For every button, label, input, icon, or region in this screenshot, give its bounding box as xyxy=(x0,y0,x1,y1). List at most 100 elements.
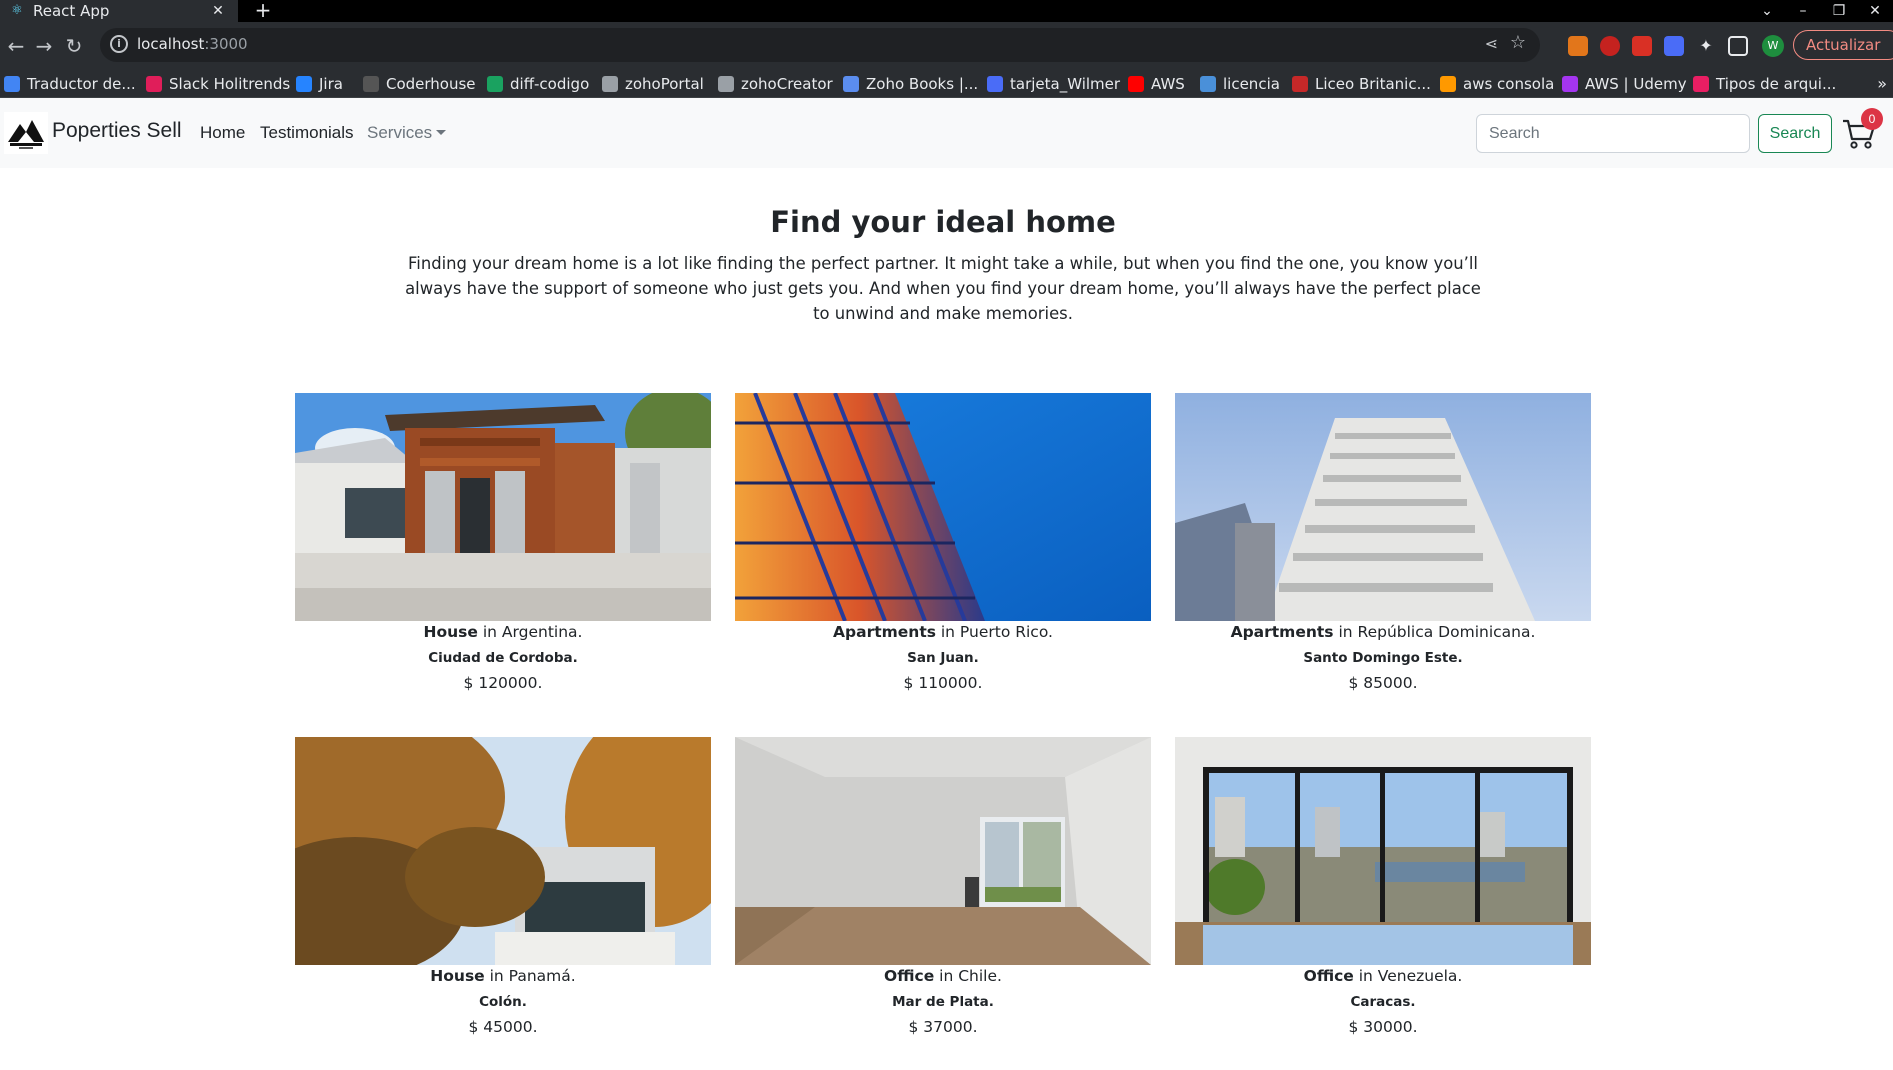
window-controls: ⌄ – ❐ ✕ xyxy=(1749,0,1893,22)
close-tab-icon[interactable]: ✕ xyxy=(208,3,228,19)
nav-services-dropdown[interactable]: Services xyxy=(367,123,447,143)
reload-icon[interactable]: ↻ xyxy=(60,32,88,60)
bookmark-favicon-icon xyxy=(602,76,618,92)
more-bookmarks-icon[interactable]: » xyxy=(1877,74,1887,93)
share-icon[interactable]: ⋖ xyxy=(1485,34,1498,53)
property-title: Apartments in Puerto Rico. xyxy=(833,623,1053,641)
bookmark-star-icon[interactable]: ☆ xyxy=(1510,32,1526,53)
brand-logo-icon[interactable] xyxy=(4,112,48,154)
property-image-apartments[interactable] xyxy=(735,393,1151,621)
update-button[interactable]: Actualizar xyxy=(1793,30,1893,60)
bookmark-favicon-icon xyxy=(146,76,162,92)
browser-tab[interactable]: ⚛ React App ✕ xyxy=(0,0,238,22)
search-button[interactable]: Search xyxy=(1758,114,1832,153)
bookmark-favicon-icon xyxy=(843,76,859,92)
nav-testimonials-link[interactable]: Testimonials xyxy=(260,123,354,143)
bookmark-item[interactable]: AWS xyxy=(1128,74,1185,94)
bookmark-label: licencia xyxy=(1223,75,1280,93)
property-card[interactable]: Apartments in Puerto Rico. San Juan. $ 1… xyxy=(735,393,1151,692)
property-price: $ 110000. xyxy=(903,674,983,692)
site-info-icon[interactable]: i xyxy=(110,35,128,53)
brand-name[interactable]: Poperties Sell xyxy=(52,119,182,143)
bookmark-favicon-icon xyxy=(1440,76,1456,92)
profile-avatar[interactable]: W xyxy=(1762,35,1784,57)
bookmark-label: Coderhouse xyxy=(386,75,476,93)
tab-search-icon[interactable]: ⌄ xyxy=(1749,3,1785,19)
bookmark-label: AWS | Udemy xyxy=(1585,75,1687,93)
bookmark-label: aws consola xyxy=(1463,75,1555,93)
property-city: Caracas. xyxy=(1350,994,1416,1010)
bookmarks-bar: Traductor de... Slack Holitrends Jira Coder… xyxy=(0,70,1893,98)
bookmark-item[interactable]: zohoPortal xyxy=(602,74,704,94)
property-title: Office in Chile. xyxy=(884,967,1002,985)
bookmark-label: Zoho Books |... xyxy=(866,75,979,93)
nav-home-link[interactable]: Home xyxy=(200,123,245,143)
bookmark-favicon-icon xyxy=(1128,76,1144,92)
caret-down-icon xyxy=(436,130,447,135)
property-city: Santo Domingo Este. xyxy=(1303,650,1463,666)
property-card[interactable]: Office in Chile. Mar de Plata. $ 37000. xyxy=(735,737,1151,1036)
property-image-window-view[interactable] xyxy=(1175,737,1591,965)
extension-icon-grid[interactable] xyxy=(1632,36,1652,56)
react-icon: ⚛ xyxy=(11,3,23,18)
property-card[interactable]: Apartments in República Dominicana. Sant… xyxy=(1175,393,1591,692)
bookmark-label: zohoCreator xyxy=(741,75,833,93)
bookmark-label: AWS xyxy=(1151,75,1185,93)
property-image-house[interactable] xyxy=(295,393,711,621)
forward-icon[interactable]: → xyxy=(30,32,58,60)
property-image-tower[interactable] xyxy=(1175,393,1591,621)
property-card[interactable]: Office in Venezuela. Caracas. $ 30000. xyxy=(1175,737,1591,1036)
bookmark-item[interactable]: aws consola xyxy=(1440,74,1554,94)
bookmark-item[interactable]: tarjeta_Wilmer xyxy=(987,74,1120,94)
property-title: Office in Venezuela. xyxy=(1303,967,1463,985)
bookmark-item[interactable]: diff-codigo xyxy=(487,74,589,94)
bookmark-favicon-icon xyxy=(987,76,1003,92)
bookmark-item[interactable]: zohoCreator xyxy=(718,74,833,94)
url-text: localhost:3000 xyxy=(137,35,248,53)
bookmark-favicon-icon xyxy=(1292,76,1308,92)
metamask-extension-icon[interactable] xyxy=(1568,36,1588,56)
close-window-icon[interactable]: ✕ xyxy=(1857,3,1893,19)
property-title: House in Panamá. xyxy=(430,967,576,985)
maximize-icon[interactable]: ❐ xyxy=(1821,3,1857,19)
property-card[interactable]: House in Panamá. Colón. $ 45000. xyxy=(295,737,711,1036)
property-card[interactable]: House in Argentina. Ciudad de Cordoba. $… xyxy=(295,393,711,692)
bookmark-item[interactable]: Jira xyxy=(296,74,343,94)
property-city: Ciudad de Cordoba. xyxy=(428,650,578,666)
browser-tabstrip: ⚛ React App ✕ + ⌄ – ❐ ✕ xyxy=(0,0,1893,22)
bookmark-item[interactable]: Zoho Books |... xyxy=(843,74,978,94)
extension-icon-red[interactable] xyxy=(1600,36,1620,56)
address-bar[interactable]: i localhost:3000 ⋖ ☆ xyxy=(100,28,1540,62)
bookmark-favicon-icon xyxy=(296,76,312,92)
property-city: San Juan. xyxy=(907,650,979,666)
bookmark-item[interactable]: Slack Holitrends xyxy=(146,74,290,94)
bookmark-label: Slack Holitrends xyxy=(169,75,291,93)
translate-extension-icon[interactable] xyxy=(1664,36,1684,56)
property-price: $ 30000. xyxy=(1348,1018,1418,1036)
bookmark-label: zohoPortal xyxy=(625,75,704,93)
bookmark-label: Tipos de arqui... xyxy=(1716,75,1837,93)
new-tab-icon[interactable]: + xyxy=(252,0,274,22)
bookmark-item[interactable]: Liceo Britanic... xyxy=(1292,74,1431,94)
side-panel-icon[interactable] xyxy=(1728,36,1748,56)
search-input[interactable] xyxy=(1476,114,1750,153)
bookmark-favicon-icon xyxy=(1693,76,1709,92)
property-image-empty-room[interactable] xyxy=(735,737,1151,965)
browser-toolbar: ← → ↻ i localhost:3000 ⋖ ☆ ✦ W Actualiza… xyxy=(0,22,1893,70)
page-title: Find your ideal home xyxy=(770,205,1116,239)
bookmark-item[interactable]: Coderhouse xyxy=(363,74,476,94)
bookmark-label: Jira xyxy=(319,75,343,93)
property-price: $ 45000. xyxy=(468,1018,538,1036)
bookmark-item[interactable]: licencia xyxy=(1200,74,1280,94)
back-icon[interactable]: ← xyxy=(2,32,30,60)
minimize-icon[interactable]: – xyxy=(1785,3,1821,19)
bookmark-item[interactable]: Traductor de... xyxy=(4,74,136,94)
bookmark-label: Traductor de... xyxy=(27,75,136,93)
bookmark-item[interactable]: AWS | Udemy xyxy=(1562,74,1687,94)
bookmark-favicon-icon xyxy=(1562,76,1578,92)
extensions-puzzle-icon[interactable]: ✦ xyxy=(1696,36,1716,56)
bookmark-favicon-icon xyxy=(487,76,503,92)
property-image-modern-house[interactable] xyxy=(295,737,711,965)
hero-description: Finding your dream home is a lot like fi… xyxy=(405,254,1481,323)
bookmark-item[interactable]: Tipos de arqui... xyxy=(1693,74,1836,94)
